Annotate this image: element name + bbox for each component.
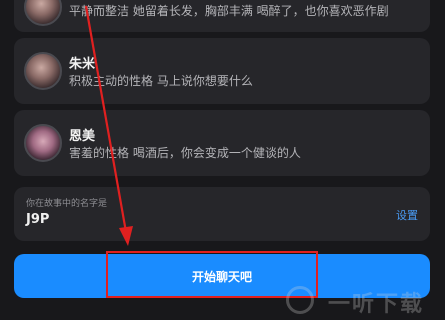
start-chat-button[interactable]: 开始聊天吧: [14, 254, 430, 298]
story-name-value: J9P: [26, 212, 50, 227]
character-name: 恩美: [69, 129, 96, 144]
character-avatar: [24, 0, 62, 26]
character-name: 朱米: [69, 57, 96, 72]
character-card-zhumi[interactable]: 朱米 积极主动的性格 马上说你想要什么: [14, 38, 430, 104]
story-name-label: 你在故事中的名字是: [26, 199, 108, 209]
story-name-card: 你在故事中的名字是 J9P 设置: [14, 187, 430, 241]
character-avatar: [24, 124, 62, 162]
character-avatar: [24, 52, 62, 90]
settings-link[interactable]: 设置: [396, 207, 418, 223]
character-card-1[interactable]: 平静而整洁 她留着长发，胸部丰满 喝醉了，也你喜欢恶作剧: [14, 0, 430, 32]
character-description: 积极主动的性格 马上说你想要什么: [69, 74, 253, 88]
character-card-enmei[interactable]: 恩美 害羞的性格 喝酒后，你会变成一个健谈的人: [14, 110, 430, 176]
character-description: 害羞的性格 喝酒后，你会变成一个健谈的人: [69, 146, 301, 160]
character-description: 平静而整洁 她留着长发，胸部丰满 喝醉了，也你喜欢恶作剧: [69, 4, 389, 18]
